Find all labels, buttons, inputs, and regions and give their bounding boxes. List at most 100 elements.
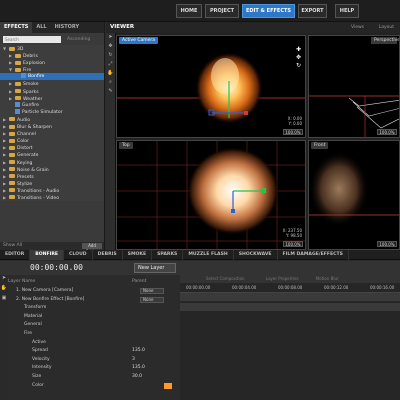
motion-blur[interactable]: Motion Blur bbox=[316, 276, 339, 281]
layer-row[interactable]: Color bbox=[8, 382, 178, 390]
layout-dropdown[interactable]: Layout bbox=[379, 22, 394, 33]
layer-row[interactable]: Fire bbox=[8, 330, 178, 338]
effect-tree-item[interactable]: ▶ Transitions - Video bbox=[0, 194, 104, 201]
layer-row[interactable]: Size 30.0 bbox=[8, 373, 178, 381]
select-tool-icon[interactable]: ➤ bbox=[106, 33, 115, 42]
layer-row[interactable]: Transform bbox=[8, 304, 178, 312]
parent-dropdown[interactable]: None bbox=[140, 296, 164, 303]
effect-tree-item[interactable]: ▼ Fire bbox=[0, 66, 104, 73]
zoom-tool-icon[interactable]: ⌕ bbox=[106, 78, 115, 87]
effect-tree-item[interactable]: ▶ Sparks bbox=[0, 88, 104, 95]
effect-tree-item[interactable]: ▶ Distort bbox=[0, 144, 104, 151]
menu-export[interactable]: EXPORT bbox=[298, 4, 327, 18]
camera-tool-icon[interactable]: ▣ bbox=[0, 295, 8, 305]
property-value[interactable]: 135.0 bbox=[132, 347, 145, 355]
color-swatch[interactable] bbox=[164, 382, 172, 389]
menu-edit-effects[interactable]: EDIT & EFFECTS bbox=[242, 4, 295, 18]
show-all-dropdown[interactable]: Show All bbox=[3, 243, 22, 248]
effect-tree-item[interactable]: ▶ Keying bbox=[0, 159, 104, 166]
layer-row[interactable]: 1. New Camera [Camera] None bbox=[8, 287, 178, 295]
tab-shockwave[interactable]: SHOCKWAVE bbox=[234, 250, 278, 260]
views-dropdown[interactable]: Views bbox=[351, 22, 364, 33]
effect-tree-item[interactable]: ▶ Noise & Grain bbox=[0, 166, 104, 173]
effect-tree-item[interactable]: Gunfire bbox=[0, 101, 104, 109]
top-view-label[interactable]: Top bbox=[119, 142, 133, 149]
timeline-area[interactable]: Select Composition Layer Properties Moti… bbox=[180, 275, 400, 400]
rotate-tool-icon[interactable]: ↻ bbox=[106, 51, 115, 60]
select-tool-icon[interactable]: ➤ bbox=[0, 275, 8, 285]
tab-muzzle-flash[interactable]: MUZZLE FLASH bbox=[183, 250, 234, 260]
tab-effects[interactable]: EFFECTS bbox=[0, 22, 33, 33]
tab-editor[interactable]: EDITOR bbox=[0, 250, 31, 260]
move-tool-icon[interactable]: ✥ bbox=[106, 42, 115, 51]
hand-tool-icon[interactable]: ✋ bbox=[0, 285, 8, 295]
effect-tree-item[interactable]: ▶ Smoke bbox=[0, 80, 104, 87]
layer-row[interactable]: 2. New Bonfire Effect [Bonfire] None bbox=[8, 296, 178, 304]
effect-tree-item[interactable]: Particle Simulator bbox=[0, 108, 104, 116]
tab-film-damage-effects[interactable]: FILM DAMAGE/EFFECTS bbox=[278, 250, 349, 260]
tab-debris[interactable]: DEBRIS bbox=[93, 250, 123, 260]
menu-project[interactable]: PROJECT bbox=[205, 4, 239, 18]
move-icon[interactable]: ✥ bbox=[296, 54, 302, 62]
sort-label[interactable]: Ascending bbox=[67, 37, 90, 42]
perspective-pane[interactable]: Perspective 100.0% bbox=[308, 35, 400, 138]
property-value[interactable]: 3 bbox=[132, 356, 135, 364]
layer-track[interactable] bbox=[180, 303, 400, 311]
effect-tree-item[interactable]: ▶ Color bbox=[0, 137, 104, 144]
effect-tree-item[interactable]: ▶ Generate bbox=[0, 151, 104, 158]
front-view-label[interactable]: Front bbox=[311, 142, 329, 149]
add-folder-button[interactable]: Add Folder bbox=[82, 243, 102, 250]
timecode-display[interactable]: 00:00:00.00 bbox=[30, 263, 83, 272]
perspective-dropdown[interactable]: Perspective bbox=[371, 37, 399, 44]
add-icon[interactable]: ✚ bbox=[296, 46, 302, 54]
layer-track[interactable] bbox=[180, 293, 400, 301]
effect-tree-item[interactable]: ▶ Debris bbox=[0, 52, 104, 59]
orbit-icon[interactable]: ↻ bbox=[296, 62, 302, 70]
effect-tree-item[interactable]: ▶ Audio bbox=[0, 116, 104, 123]
timeline-ruler[interactable]: 00:00:00.00 00:00:04.00 00:00:08.00 00:00:1… bbox=[180, 283, 400, 293]
scale-tool-icon[interactable]: ⤢ bbox=[106, 60, 115, 69]
new-layer-button[interactable]: New Layer bbox=[134, 263, 176, 273]
effect-tree-item[interactable]: ▶ Weather bbox=[0, 95, 104, 102]
tab-bonfire[interactable]: BONFIRE bbox=[30, 250, 65, 260]
select-composition[interactable]: Select Composition bbox=[206, 276, 245, 281]
pan-tool-icon[interactable]: ✋ bbox=[106, 69, 115, 78]
effect-tree-item[interactable]: ▶ Presets bbox=[0, 173, 104, 180]
composition-tabs: EDITOR BONFIRE CLOUD DEBRIS SMOKE SPARKS MUZZL… bbox=[0, 250, 400, 260]
tab-history[interactable]: HISTORY bbox=[51, 22, 84, 33]
layer-row[interactable]: Velocity 3 bbox=[8, 356, 178, 364]
effect-tree-item[interactable]: ▶ Stylize bbox=[0, 180, 104, 187]
timeline-tick-label: 00:00:00.00 bbox=[186, 285, 211, 290]
tab-all[interactable]: ALL bbox=[32, 22, 50, 33]
layer-row[interactable]: Intensity 135.0 bbox=[8, 364, 178, 372]
tab-smoke[interactable]: SMOKE bbox=[123, 250, 153, 260]
search-input[interactable] bbox=[3, 35, 61, 43]
effect-tree-item[interactable]: ▶ Explosion bbox=[0, 59, 104, 66]
property-value[interactable]: 135.0 bbox=[132, 364, 145, 372]
menu-help[interactable]: HELP bbox=[335, 4, 359, 18]
zoom-dropdown[interactable]: 100.0% bbox=[283, 129, 303, 135]
zoom-dropdown[interactable]: 100.0% bbox=[377, 241, 397, 247]
zoom-dropdown[interactable]: 100.0% bbox=[283, 241, 303, 247]
menu-home[interactable]: HOME bbox=[176, 4, 202, 18]
zoom-dropdown[interactable]: 100.0% bbox=[377, 129, 397, 135]
layer-row[interactable]: General bbox=[8, 321, 178, 329]
effect-tree-item[interactable]: ▶ Transitions - Audio bbox=[0, 187, 104, 194]
property-value[interactable]: 30.0 bbox=[132, 373, 142, 381]
layer-properties[interactable]: Layer Properties bbox=[266, 276, 299, 281]
active-camera-pane[interactable]: Active Camera ✚ ✥ ↻ X: 0.00 Y: 0.00 100.… bbox=[116, 35, 306, 138]
front-pane[interactable]: Front 100.0% bbox=[308, 140, 400, 250]
layer-row[interactable]: Active bbox=[8, 339, 178, 347]
pen-tool-icon[interactable]: ✎ bbox=[106, 87, 115, 96]
active-camera-label[interactable]: Active Camera bbox=[119, 37, 159, 44]
effect-tree-item[interactable]: Bonfire bbox=[0, 73, 104, 81]
tab-cloud[interactable]: CLOUD bbox=[64, 250, 93, 260]
effect-tree-item[interactable]: ▶ Blur & Sharpen bbox=[0, 123, 104, 130]
effect-tree-item[interactable]: ▼ 3D bbox=[0, 45, 104, 52]
effect-tree-item[interactable]: ▶ Channel bbox=[0, 130, 104, 137]
top-pane[interactable]: Top X: 237.50 Y: 98.50 100.0% bbox=[116, 140, 306, 250]
tab-sparks[interactable]: SPARKS bbox=[152, 250, 184, 260]
layer-row[interactable]: Spread 135.0 bbox=[8, 347, 178, 355]
parent-dropdown[interactable]: None bbox=[140, 288, 164, 294]
layer-row[interactable]: Material bbox=[8, 313, 178, 321]
